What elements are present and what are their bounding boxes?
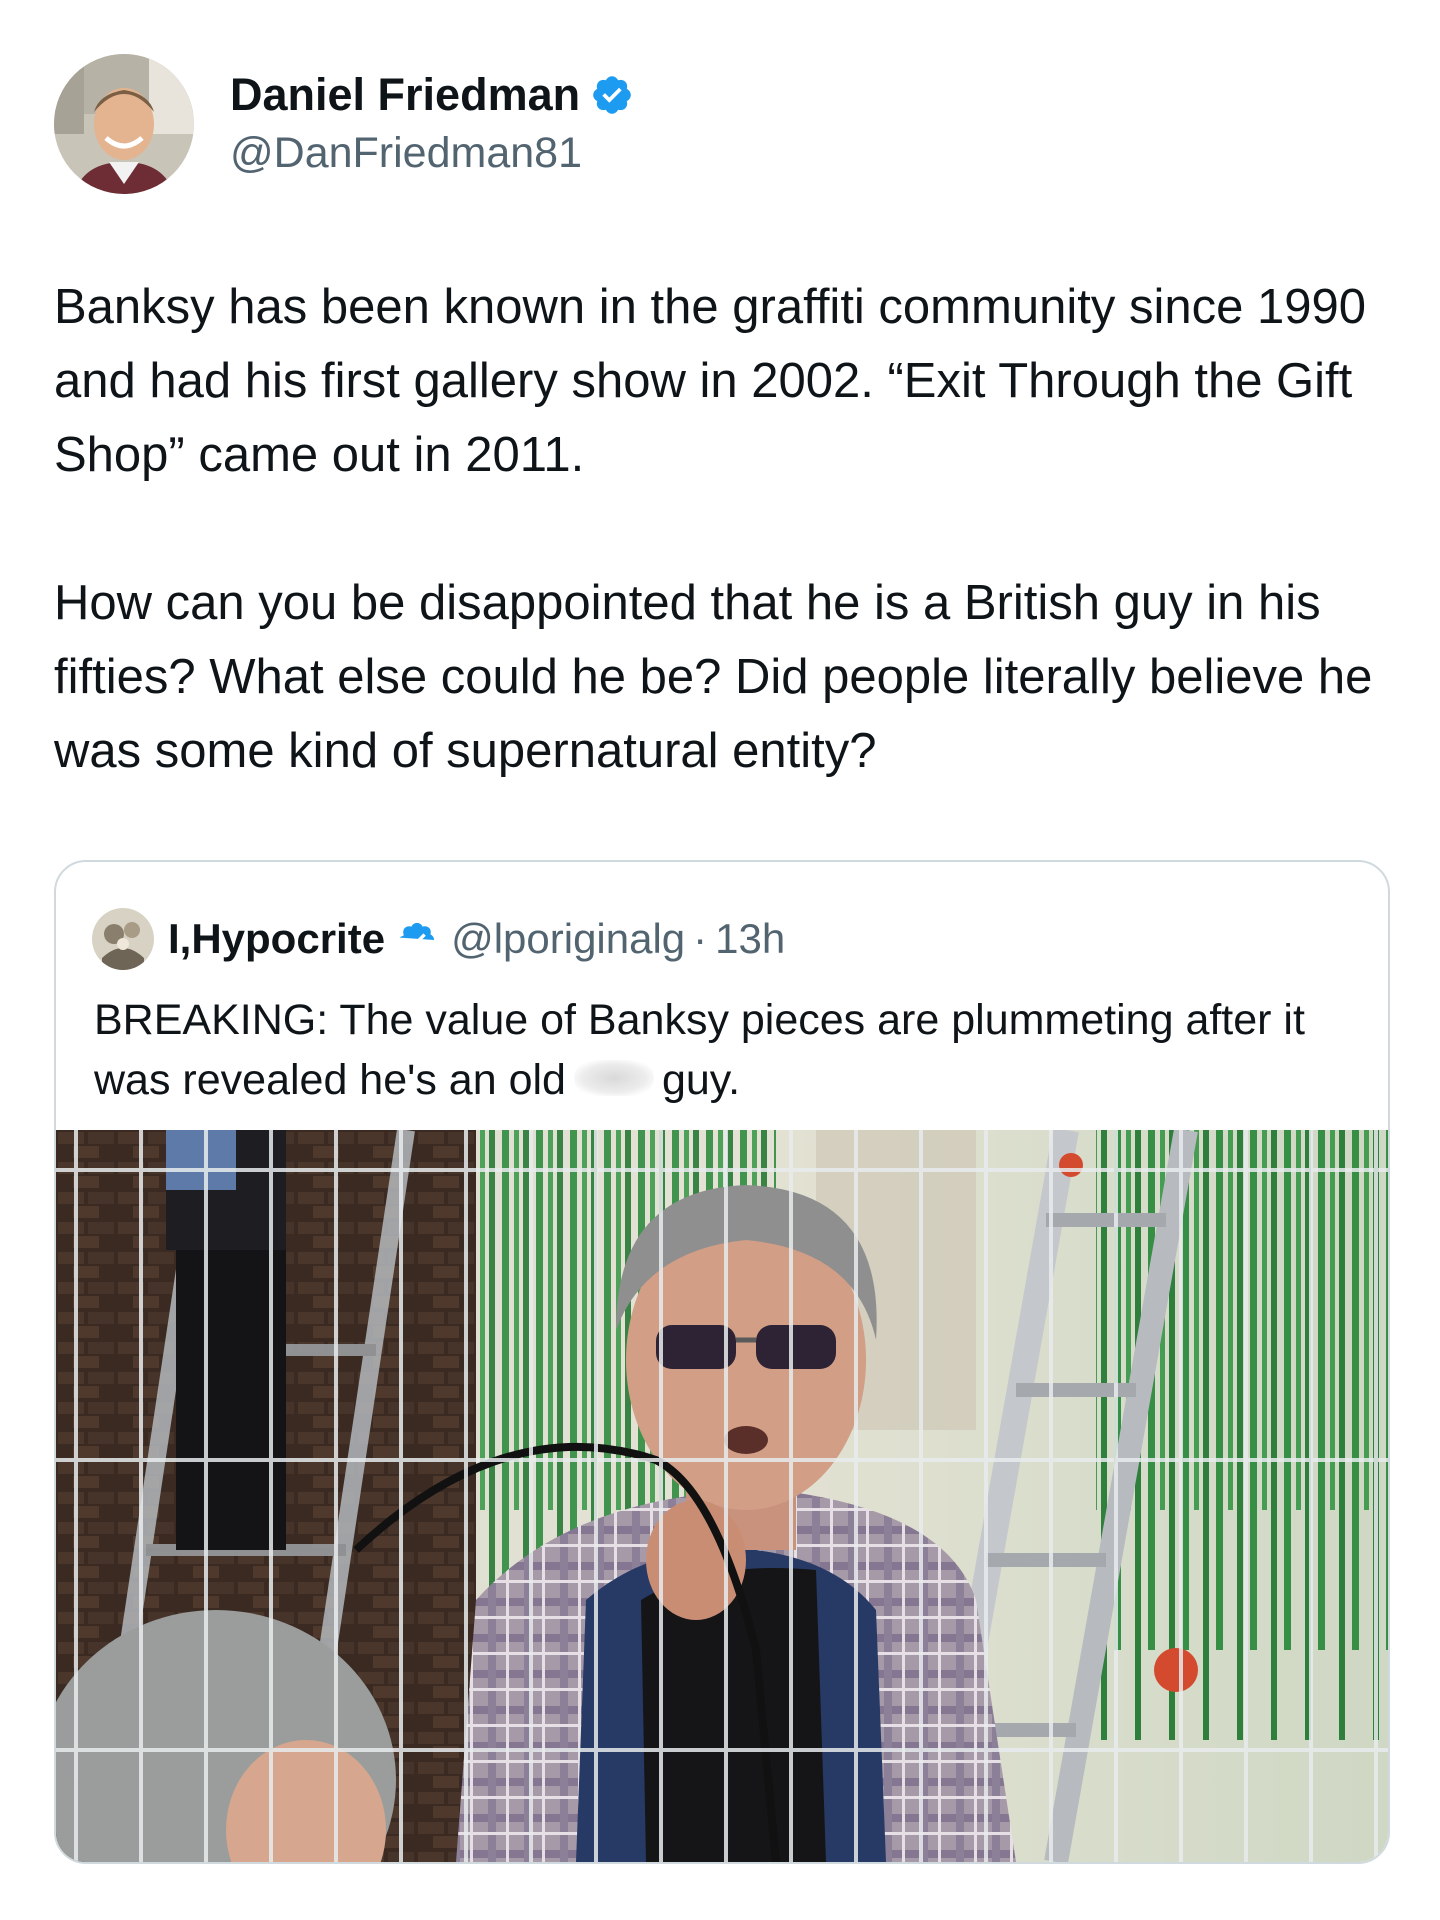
verified-badge-icon xyxy=(397,919,437,959)
verified-badge-icon xyxy=(590,73,634,117)
tweet-paragraph: Banksy has been known in the graffiti co… xyxy=(54,280,1366,482)
tweet-header: Daniel Friedman @DanFriedman81 xyxy=(54,54,634,194)
quoted-tweet-card[interactable]: I,Hypocrite @lporiginalg · 13h BREAKING:… xyxy=(54,860,1390,1864)
blurred-word xyxy=(573,1060,654,1096)
quoted-author-avatar[interactable] xyxy=(92,908,154,970)
separator-dot: · xyxy=(693,915,708,962)
author-handle[interactable]: @DanFriedman81 xyxy=(230,126,634,180)
author-name[interactable]: Daniel Friedman xyxy=(230,68,580,122)
quoted-text-after: guy. xyxy=(661,1056,741,1104)
quoted-author-handle[interactable]: @lporiginalg xyxy=(451,912,685,966)
quoted-timestamp[interactable]: 13h xyxy=(715,912,785,966)
quoted-tweet-photo[interactable] xyxy=(56,1130,1388,1862)
author-avatar[interactable] xyxy=(54,54,194,194)
quoted-author-name[interactable]: I,Hypocrite xyxy=(168,912,385,966)
tweet-paragraph: How can you be disappointed that he is a… xyxy=(54,576,1373,778)
photo-illustration xyxy=(56,1130,1388,1862)
author-info: Daniel Friedman @DanFriedman81 xyxy=(230,68,634,180)
quoted-tweet-text: BREAKING: The value of Banksy pieces are… xyxy=(94,990,1354,1110)
quoted-tweet-header: I,Hypocrite @lporiginalg · 13h xyxy=(92,908,785,970)
tweet-text: Banksy has been known in the graffiti co… xyxy=(54,270,1394,788)
